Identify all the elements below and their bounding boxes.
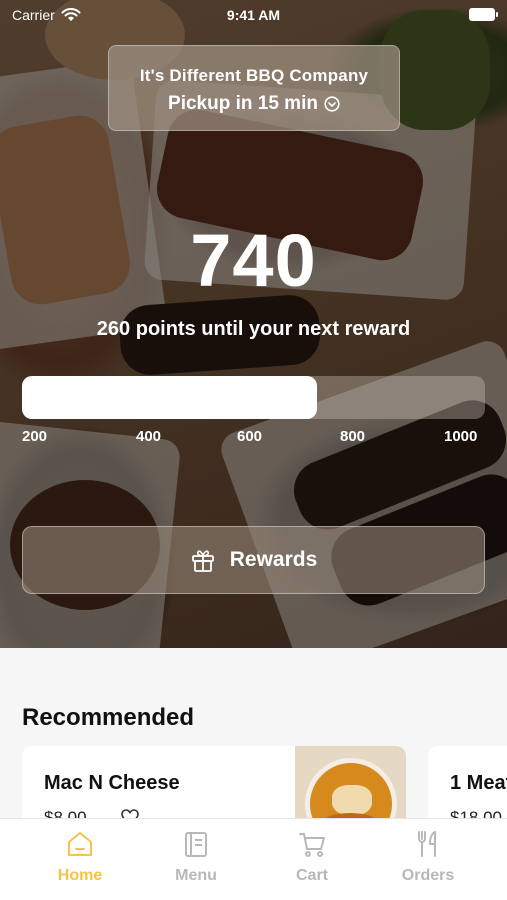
tab-home[interactable]: Home — [30, 829, 130, 885]
pickup-time-label: Pickup in 15 min — [168, 93, 318, 114]
rewards-button[interactable]: Rewards — [22, 526, 485, 594]
cart-icon — [299, 833, 325, 857]
home-icon — [68, 832, 92, 856]
tick-label: 200 — [22, 428, 48, 445]
status-time: 9:41 AM — [226, 7, 281, 23]
app-root: Carrier 9:41 AM It's Different BBQ Compa… — [0, 0, 507, 900]
tab-label: Home — [57, 867, 103, 884]
pickup-time-row: Pickup in 15 min — [109, 93, 399, 115]
tab-menu[interactable]: Menu — [146, 829, 246, 885]
points-balance: 740 — [190, 219, 317, 302]
menu-book-icon — [185, 832, 207, 857]
rewards-button-label: Rewards — [229, 548, 318, 571]
progress-tick-labels: 200 400 600 800 1000 — [22, 428, 485, 448]
tab-cart[interactable]: Cart — [262, 829, 362, 885]
tick-label: 1000 — [444, 428, 478, 445]
tick-label: 400 — [136, 428, 162, 445]
recommended-title: Recommended — [22, 704, 195, 731]
tick-label: 800 — [340, 428, 366, 445]
fork-knife-icon — [418, 831, 436, 857]
tab-label: Cart — [295, 867, 328, 884]
tab-orders[interactable]: Orders — [378, 829, 478, 885]
points-until-reward: 260 points until your next reward — [96, 318, 411, 340]
bottom-tab-bar: Home Menu Cart Orders — [0, 818, 507, 900]
store-pickup-selector[interactable]: It's Different BBQ Company Pickup in 15 … — [108, 45, 400, 131]
reward-progress-bar — [22, 376, 485, 419]
store-name: It's Different BBQ Company — [139, 66, 369, 85]
reward-progress-fill — [22, 376, 318, 419]
status-bar: Carrier 9:41 AM — [0, 0, 507, 30]
item-name: 1 Meat Plate — [450, 772, 507, 794]
chevron-down-circle-icon — [324, 96, 340, 112]
gift-icon — [191, 550, 214, 572]
tab-label: Orders — [401, 867, 455, 884]
item-name: Mac N Cheese — [44, 772, 180, 794]
battery-icon — [469, 8, 498, 21]
tab-label: Menu — [175, 867, 217, 884]
tick-label: 600 — [237, 428, 263, 445]
